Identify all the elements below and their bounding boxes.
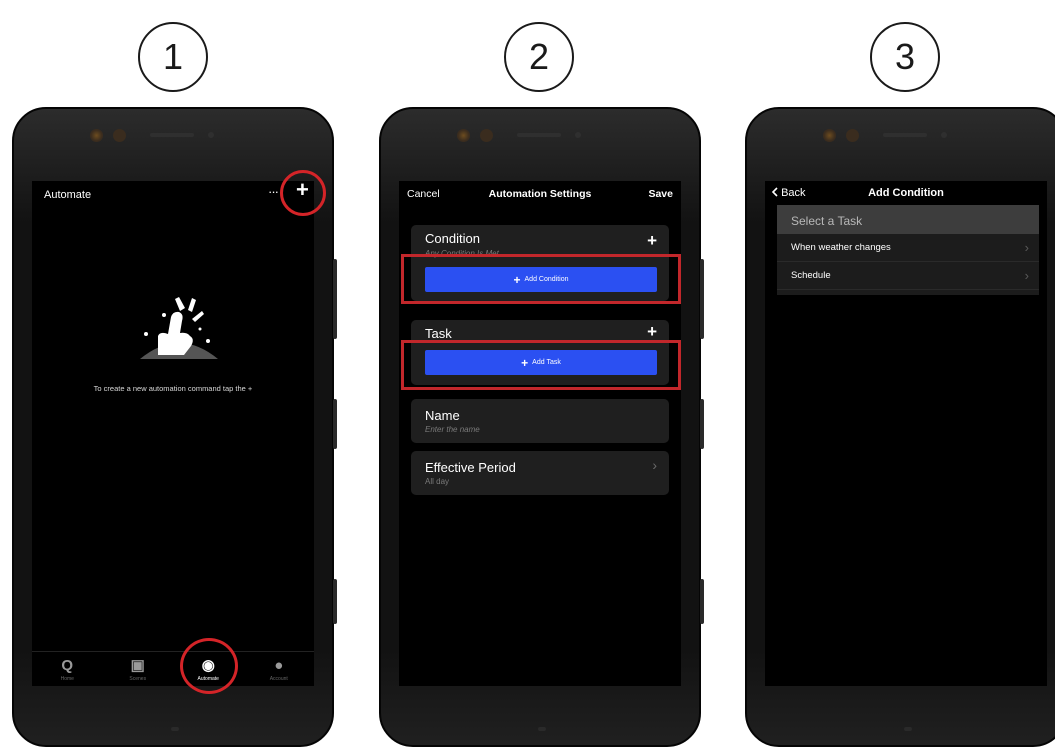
volume-button — [700, 259, 704, 339]
front-camera-icon — [457, 129, 470, 142]
page-title: Automation Settings — [488, 188, 592, 200]
page-title: Add Condition — [868, 187, 944, 199]
name-title: Name — [425, 408, 460, 423]
page-title: Automate — [44, 189, 92, 201]
effective-period-card[interactable]: Effective Period All day › — [411, 451, 669, 495]
sensor-icon — [480, 129, 493, 142]
add-condition-plus-button[interactable]: + — [647, 231, 657, 251]
earpiece-speaker — [150, 133, 194, 137]
chevron-right-icon: › — [1024, 240, 1029, 255]
task-title: Task — [425, 326, 452, 341]
tab-label: Home — [60, 675, 74, 682]
proximity-sensor-icon — [575, 132, 581, 138]
add-button-highlight — [280, 170, 326, 216]
empty-state-message: To create a new automation command tap t… — [93, 384, 253, 393]
effective-period-value: All day — [425, 477, 450, 486]
list-item-label: When weather changes — [791, 242, 891, 253]
save-button[interactable]: Save — [648, 188, 673, 200]
front-camera-icon — [823, 129, 836, 142]
home-indicator — [538, 727, 546, 731]
back-button[interactable]: Back — [771, 187, 806, 199]
home-indicator — [171, 727, 179, 731]
back-label: Back — [781, 187, 806, 199]
account-icon: ● — [274, 656, 284, 674]
condition-title: Condition — [425, 231, 480, 246]
add-task-highlight — [401, 340, 681, 390]
name-card[interactable]: Name Enter the name — [411, 399, 669, 443]
effective-period-title: Effective Period — [425, 460, 516, 475]
list-item-label: Schedule — [791, 270, 831, 281]
scenes-icon: ▣ — [130, 656, 145, 674]
tab-label: Scenes — [129, 675, 147, 682]
chevron-right-icon: › — [652, 457, 657, 473]
volume-button — [333, 259, 337, 339]
proximity-sensor-icon — [208, 132, 214, 138]
step-2-badge: 2 — [504, 22, 574, 92]
tab-account[interactable]: ● Account — [244, 652, 315, 686]
screen-automate: Automate ··· + To create a new automatio… — [32, 181, 314, 686]
side-button — [700, 579, 704, 624]
add-task-plus-button[interactable]: + — [647, 322, 657, 342]
list-item-weather[interactable]: When weather changes › — [777, 234, 1039, 262]
proximity-sensor-icon — [941, 132, 947, 138]
name-input[interactable]: Enter the name — [425, 425, 480, 434]
tab-scenes[interactable]: ▣ Scenes — [103, 652, 174, 686]
tap-hand-illustration-icon — [140, 297, 218, 359]
side-button — [333, 579, 337, 624]
bottom-tab-bar: Q Home ▣ Scenes ◉ Automate ● Account — [32, 651, 314, 686]
home-icon: Q — [61, 656, 74, 674]
list-header: Select a Task — [777, 205, 1039, 234]
list-item-schedule[interactable]: Schedule › — [777, 262, 1039, 290]
phone-add-condition: Add Condition Back Select a Task When we… — [745, 107, 1055, 747]
chevron-left-icon — [771, 187, 778, 197]
sensor-icon — [113, 129, 126, 142]
earpiece-speaker — [517, 133, 561, 137]
step-3-badge: 3 — [870, 22, 940, 92]
tab-home[interactable]: Q Home — [32, 652, 103, 686]
more-options-button[interactable]: ··· — [268, 184, 279, 199]
chevron-right-icon: › — [1024, 268, 1029, 283]
tab-label: Account — [269, 675, 288, 682]
power-button — [700, 399, 704, 449]
phone-automation-settings: Automation Settings Cancel Save Conditio… — [379, 107, 704, 747]
screen-add-condition: Add Condition Back Select a Task When we… — [765, 181, 1047, 686]
automate-tab-highlight — [180, 638, 238, 694]
task-type-list: Select a Task When weather changes › Sch… — [777, 205, 1039, 295]
sensor-icon — [846, 129, 859, 142]
front-camera-icon — [90, 129, 103, 142]
cancel-button[interactable]: Cancel — [407, 188, 440, 200]
step-1-badge: 1 — [138, 22, 208, 92]
power-button — [333, 399, 337, 449]
earpiece-speaker — [883, 133, 927, 137]
add-condition-highlight — [401, 254, 681, 304]
nav-bar: Automation Settings Cancel Save — [399, 188, 681, 204]
home-indicator — [904, 727, 912, 731]
